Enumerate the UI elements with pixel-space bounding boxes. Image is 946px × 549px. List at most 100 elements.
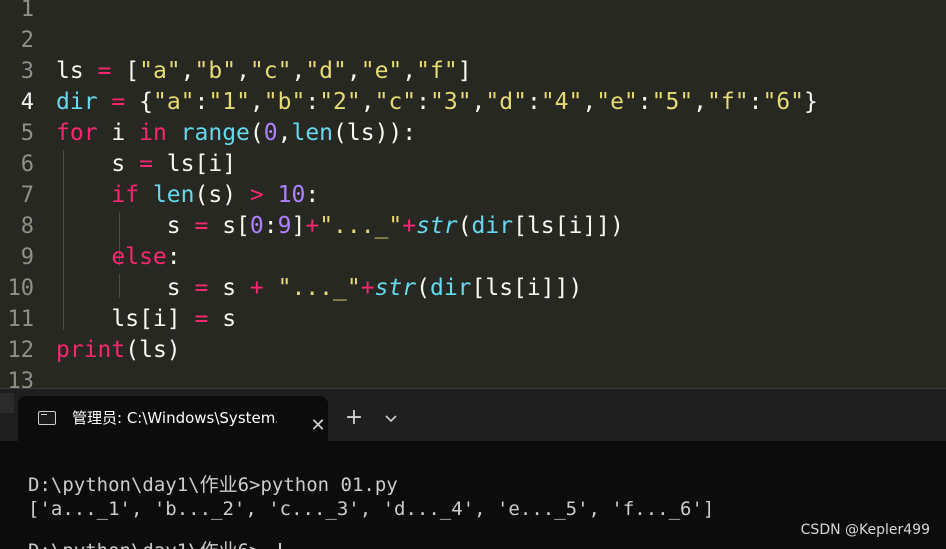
line-number: 12 [7,338,35,363]
code-token: "3" [430,89,472,115]
code-text: s = ls[i] [56,149,236,180]
code-line: 2 [0,25,946,56]
code-token: "6" [762,89,804,115]
code-token: 0 [249,213,264,239]
code-token: , [471,89,486,115]
line-number: 8 [20,214,34,239]
code-token: len [152,182,195,208]
code-line: 5 for i in range(0,len(ls)): [0,118,946,149]
code-token: ( [457,213,472,239]
code-token: = [139,151,153,177]
code-token: print [56,337,126,363]
code-line: 4 dir = {"a":"1","b":"2","c":"3","d":"4",… [0,87,946,118]
code-token: ls [56,58,98,84]
code-token: str [416,213,458,239]
line-number: 11 [7,307,35,332]
code-token: "5" [651,89,694,115]
code-text: s = s + "..._"+str(dir[ls[i]]) [56,273,583,304]
code-token: , [693,89,708,115]
code-token: , [277,120,292,146]
line-number: 2 [20,28,34,53]
code-token: 0 [263,120,278,146]
code-token: = [97,58,112,84]
code-token: , [402,58,417,84]
code-text: dir = {"a":"1","b":"2","c":"3","d":"4","… [56,87,818,118]
code-token: + [360,275,375,301]
watermark: CSDN @Kepler499 [800,522,930,538]
code-token: else [111,244,167,270]
code-token: { [125,89,153,115]
code-token: "..._" [277,275,361,301]
code-token: + [402,213,417,239]
chevron-down-icon[interactable] [379,406,403,430]
code-token: ls[i] [56,306,195,332]
code-text: s = s[0:9]+"..._"+str(dir[ls[i]]) [56,211,624,242]
code-line: 11 ls[i] = s [0,304,946,335]
code-token: : [637,89,652,115]
code-token: s[ [208,213,250,239]
code-token: , [249,89,264,115]
code-token: : [416,89,430,115]
code-text: for i in range(0,len(ls)): [56,118,416,149]
tab-title: 管理员: C:\Windows\System32\cmd.exe [72,409,277,427]
code-token: "f" [707,89,749,115]
code-token: "e" [596,89,638,115]
line-number: 6 [20,152,34,177]
code-token: str [374,275,417,301]
new-tab-button[interactable]: + [342,406,366,430]
code-token: dir [471,213,514,239]
code-token: , [582,89,597,115]
code-token: + [249,275,264,301]
code-token: if [111,182,140,208]
code-token: = [194,213,209,239]
code-token: "1" [208,89,250,115]
code-line: 10 s = s + "..._"+str(dir[ls[i]]) [0,273,946,304]
line-number: 1 [20,0,34,22]
code-token: "f" [416,58,458,84]
code-text: print(ls) [56,335,181,366]
code-token: range [180,120,250,146]
code-line: 1 [0,0,946,25]
code-token: > [249,182,264,208]
code-token: = [194,306,209,332]
code-line: 9 else: [0,242,946,273]
terminal-window[interactable]: 管理员: C:\Windows\System32\cmd.exe ✕ + D:\… [0,388,946,549]
code-token: : [748,89,763,115]
terminal-command-line: D:\python\day1\作业6>python 01.py [28,474,398,496]
code-token: : [166,244,181,270]
code-token: s [208,275,250,301]
code-token: : [526,89,541,115]
code-token: [ls[i]]) [513,213,624,239]
line-number: 9 [20,245,34,270]
terminal-prompt-line: D:\python\day1\作业6> [28,539,260,549]
code-token: s [56,275,195,301]
text-cursor [279,543,281,549]
code-token: i [97,120,140,146]
code-token: : [194,89,209,115]
code-token: "b" [194,58,237,84]
code-token: "c" [374,89,417,115]
terminal-tab[interactable]: 管理员: C:\Windows\System32\cmd.exe ✕ [18,396,328,441]
code-token: , [236,58,250,84]
code-line: 12 print(ls) [0,335,946,366]
code-token: , [360,89,375,115]
code-token: = [194,275,209,301]
code-token: ls[i] [152,151,237,177]
code-token: s [56,151,140,177]
code-token: (s) [194,182,250,208]
code-token: dir [429,275,472,301]
code-token: s [208,306,237,332]
code-token: "a" [152,89,195,115]
code-token: ( [249,120,264,146]
code-token: "b" [263,89,306,115]
code-token: "4" [540,89,583,115]
code-text: ls = ["a","b","c","d","e","f"] [56,56,472,87]
code-token: 9 [277,213,292,239]
code-token: "d" [305,58,347,84]
close-tab-button[interactable]: ✕ [306,414,330,438]
code-text: ls[i] = s [56,304,236,335]
